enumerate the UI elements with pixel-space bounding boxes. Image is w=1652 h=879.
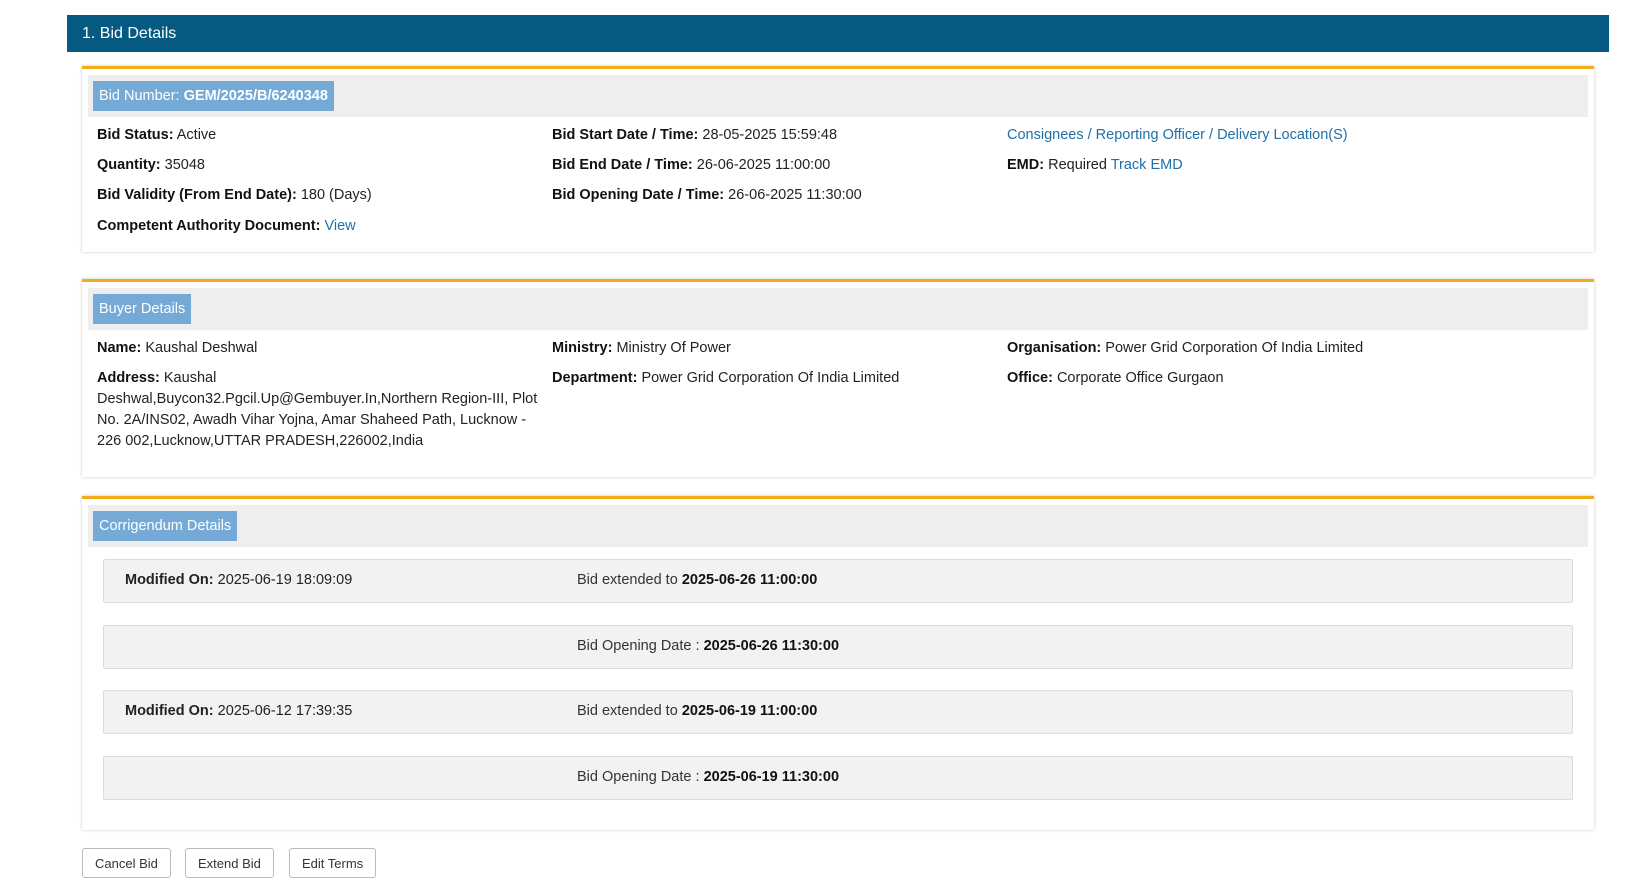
competent-authority-label: Competent Authority Document: bbox=[97, 218, 321, 234]
bid-opening-value: 26-06-2025 11:30:00 bbox=[728, 187, 862, 203]
cancel-bid-button[interactable]: Cancel Bid bbox=[82, 848, 171, 878]
organisation: Organisation: Power Grid Corporation Of … bbox=[1007, 338, 1363, 359]
bid-validity-label: Bid Validity (From End Date): bbox=[97, 187, 297, 203]
emd-label: EMD: bbox=[1007, 157, 1045, 173]
corrigendum-change-date: 2025-06-26 11:30:00 bbox=[703, 638, 840, 654]
bid-validity: Bid Validity (From End Date): 180 (Days) bbox=[97, 185, 372, 206]
department-label: Department: bbox=[552, 370, 638, 386]
ministry: Ministry: Ministry Of Power bbox=[552, 338, 731, 359]
quantity: Quantity: 35048 bbox=[97, 155, 205, 176]
competent-authority-view-link[interactable]: View bbox=[324, 218, 355, 234]
office-value: Corporate Office Gurgaon bbox=[1056, 370, 1224, 386]
bid-number-label: Bid Number: bbox=[99, 88, 180, 104]
bid-validity-value: 180 (Days) bbox=[300, 187, 372, 203]
bid-status-label: Bid Status: bbox=[97, 127, 174, 143]
consignees-link[interactable]: Consignees / Reporting Officer / Deliver… bbox=[1007, 127, 1348, 143]
office-label: Office: bbox=[1007, 370, 1053, 386]
emd: EMD: Required Track EMD bbox=[1007, 155, 1183, 176]
corrigendum-panel: Corrigendum Details Modified On: 2025-06… bbox=[82, 496, 1594, 830]
bid-opening-label: Bid Opening Date / Time: bbox=[552, 187, 725, 203]
buyer-panel: Buyer Details Name: Kaushal Deshwal Addr… bbox=[82, 279, 1594, 477]
section-title: 1. Bid Details bbox=[67, 15, 1609, 52]
corrigendum-row: Modified On: 2025-06-19 18:09:09 Bid ext… bbox=[103, 559, 1573, 603]
buyer-name-label: Name: bbox=[97, 340, 142, 356]
bid-opening: Bid Opening Date / Time: 26-06-2025 11:3… bbox=[552, 185, 862, 206]
quantity-value: 35048 bbox=[164, 157, 205, 173]
buyer-name-value: Kaushal Deshwal bbox=[145, 340, 258, 356]
buyer-address: Address: Kaushal Deshwal,Buycon32.Pgcil.… bbox=[97, 368, 542, 452]
edit-terms-button[interactable]: Edit Terms bbox=[289, 848, 377, 878]
bid-end-label: Bid End Date / Time: bbox=[552, 157, 693, 173]
bid-number-tag: Bid Number: GEM/2025/B/6240348 bbox=[93, 81, 334, 111]
bid-start-value: 28-05-2025 15:59:48 bbox=[702, 127, 838, 143]
organisation-value: Power Grid Corporation Of India Limited bbox=[1105, 340, 1364, 356]
bid-end: Bid End Date / Time: 26-06-2025 11:00:00 bbox=[552, 155, 830, 176]
bid-end-value: 26-06-2025 11:00:00 bbox=[696, 157, 831, 173]
corrigendum-change: Bid extended to 2025-06-19 11:00:00 bbox=[577, 703, 817, 719]
modified-on-value: 2025-06-12 17:39:35 bbox=[217, 703, 353, 719]
bid-panel-header: Bid Number: GEM/2025/B/6240348 bbox=[88, 75, 1588, 117]
buyer-details-tag: Buyer Details bbox=[93, 294, 192, 324]
corrigendum-change: Bid extended to 2025-06-26 11:00:00 bbox=[577, 572, 817, 588]
corrigendum-panel-header: Corrigendum Details bbox=[88, 505, 1588, 547]
corrigendum-change-text: Bid extended to bbox=[577, 572, 682, 588]
buyer-address-value: Kaushal Deshwal,Buycon32.Pgcil.Up@Gembuy… bbox=[97, 370, 538, 449]
bid-number-value: GEM/2025/B/6240348 bbox=[183, 88, 328, 104]
competent-authority: Competent Authority Document: View bbox=[97, 216, 356, 237]
corrigendum-change: Bid Opening Date : 2025-06-19 11:30:00 bbox=[577, 769, 839, 785]
modified-on-value: 2025-06-19 18:09:09 bbox=[217, 572, 353, 588]
corrigendum-change-text: Bid extended to bbox=[577, 703, 682, 719]
buyer-name: Name: Kaushal Deshwal bbox=[97, 338, 257, 359]
corrigendum-change-text: Bid Opening Date : bbox=[577, 638, 704, 654]
bid-start-label: Bid Start Date / Time: bbox=[552, 127, 699, 143]
corrigendum-row: Bid Opening Date : 2025-06-19 11:30:00 bbox=[103, 756, 1573, 800]
modified-on-label: Modified On: bbox=[125, 703, 214, 719]
quantity-label: Quantity: bbox=[97, 157, 161, 173]
extend-bid-button[interactable]: Extend Bid bbox=[185, 848, 274, 878]
department: Department: Power Grid Corporation Of In… bbox=[552, 368, 899, 389]
corrigendum-change-date: 2025-06-19 11:30:00 bbox=[703, 769, 840, 785]
bid-start: Bid Start Date / Time: 28-05-2025 15:59:… bbox=[552, 125, 837, 146]
emd-value: Required bbox=[1048, 157, 1107, 173]
bid-status: Bid Status: Active bbox=[97, 125, 216, 146]
ministry-label: Ministry: bbox=[552, 340, 613, 356]
department-value: Power Grid Corporation Of India Limited bbox=[641, 370, 900, 386]
corrigendum-row: Modified On: 2025-06-12 17:39:35 Bid ext… bbox=[103, 690, 1573, 734]
bid-status-value: Active bbox=[176, 127, 217, 143]
office: Office: Corporate Office Gurgaon bbox=[1007, 368, 1224, 389]
ministry-value: Ministry Of Power bbox=[616, 340, 731, 356]
organisation-label: Organisation: bbox=[1007, 340, 1102, 356]
buyer-panel-header: Buyer Details bbox=[88, 288, 1588, 330]
bid-panel: Bid Number: GEM/2025/B/6240348 Bid Statu… bbox=[82, 66, 1594, 252]
corrigendum-change-date: 2025-06-19 11:00:00 bbox=[681, 703, 818, 719]
corrigendum-modified: Modified On: 2025-06-12 17:39:35 bbox=[125, 703, 352, 719]
corrigendum-modified: Modified On: 2025-06-19 18:09:09 bbox=[125, 572, 352, 588]
corrigendum-change: Bid Opening Date : 2025-06-26 11:30:00 bbox=[577, 638, 839, 654]
track-emd-link[interactable]: Track EMD bbox=[1111, 157, 1183, 173]
corrigendum-details-tag: Corrigendum Details bbox=[93, 511, 238, 541]
corrigendum-change-text: Bid Opening Date : bbox=[577, 769, 704, 785]
modified-on-label: Modified On: bbox=[125, 572, 214, 588]
corrigendum-change-date: 2025-06-26 11:00:00 bbox=[681, 572, 818, 588]
buyer-address-label: Address: bbox=[97, 370, 160, 386]
consignees: Consignees / Reporting Officer / Deliver… bbox=[1007, 125, 1348, 146]
corrigendum-row: Bid Opening Date : 2025-06-26 11:30:00 bbox=[103, 625, 1573, 669]
